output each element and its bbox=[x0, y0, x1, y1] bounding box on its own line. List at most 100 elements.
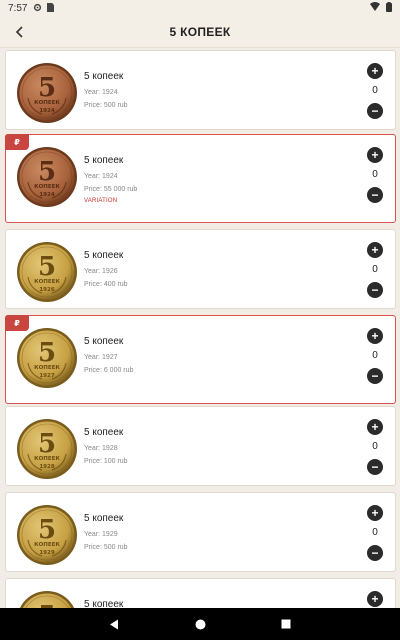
quantity-stepper[interactable]: + 0 − bbox=[367, 328, 383, 388]
recents-square-icon[interactable] bbox=[278, 616, 294, 632]
coin-year-label: Year: 1924 bbox=[84, 173, 118, 180]
coin-denomination: 5 bbox=[38, 601, 56, 608]
coin-price-label: Price: 6 000 rub bbox=[84, 367, 134, 374]
minus-button[interactable]: − bbox=[367, 368, 383, 384]
coin-denomination: 5 bbox=[38, 252, 56, 282]
coin-image: 5 КОПЕЕК 1924 bbox=[17, 147, 77, 207]
coin-info: 5 копеек bbox=[84, 599, 123, 608]
sim-icon bbox=[47, 2, 55, 14]
coin-word: КОПЕЕК bbox=[34, 184, 60, 190]
coin-list[interactable]: 5 КОПЕЕК 1924 5 копеек Year: 1924 Price:… bbox=[0, 48, 400, 608]
plus-button[interactable]: + bbox=[367, 328, 383, 344]
coin-word: КОПЕЕК bbox=[34, 542, 60, 548]
coin-name: 5 копеек bbox=[84, 250, 124, 261]
coin-year: 1926 bbox=[39, 287, 54, 293]
coin-year-label: Year: 1927 bbox=[84, 354, 118, 361]
coin-card[interactable]: 5 КОПЕЕК 1929 5 копеек Year: 1929 Price:… bbox=[5, 492, 396, 572]
coin-year-label: Year: 1926 bbox=[84, 268, 118, 275]
coin-info: 5 копеек Year: 1926 Price: 400 rub bbox=[84, 250, 128, 291]
coin-year: 1928 bbox=[39, 464, 54, 470]
quantity-stepper[interactable]: + bbox=[367, 591, 383, 608]
coin-price-label: Price: 100 rub bbox=[84, 458, 128, 465]
coin-word: КОПЕЕК bbox=[34, 365, 60, 371]
minus-button[interactable]: − bbox=[367, 459, 383, 475]
system-nav-bar bbox=[0, 608, 400, 640]
coin-image: 5 КОПЕЕК 1929 bbox=[17, 505, 77, 565]
coin-year: 1927 bbox=[39, 373, 54, 379]
coin-year-label: Year: 1928 bbox=[84, 445, 118, 452]
coin-info: 5 копеек Year: 1924 Price: 500 rub bbox=[84, 71, 128, 112]
coin-card[interactable]: 5 КОПЕЕК 1926 5 копеек Year: 1926 Price:… bbox=[5, 229, 396, 309]
plus-button[interactable]: + bbox=[367, 505, 383, 521]
coin-denomination: 5 bbox=[38, 73, 56, 103]
minus-button[interactable]: − bbox=[367, 282, 383, 298]
coin-name: 5 копеек bbox=[84, 336, 124, 347]
coin-image: 5 bbox=[19, 591, 75, 608]
coin-info: 5 копеек Year: 1927 Price: 6 000 rub bbox=[84, 336, 133, 377]
coin-card[interactable]: 5 КОПЕЕК 1924 5 копеек Year: 1924 Price:… bbox=[5, 50, 396, 130]
coin-price-label: Price: 55 000 rub bbox=[84, 186, 138, 193]
coin-word: КОПЕЕК bbox=[34, 100, 60, 106]
coin-name: 5 копеек bbox=[84, 599, 124, 608]
quantity-stepper[interactable]: + 0 − bbox=[367, 242, 383, 302]
quantity-stepper[interactable]: + 0 − bbox=[367, 63, 383, 123]
quantity-count: 0 bbox=[372, 527, 378, 538]
settings-icon bbox=[33, 3, 42, 14]
coin-year-label: Year: 1929 bbox=[84, 531, 118, 538]
coin-year-label: Year: 1924 bbox=[84, 89, 118, 96]
coin-word: КОПЕЕК bbox=[34, 279, 60, 285]
coin-image: 5 КОПЕЕК 1927 bbox=[17, 328, 77, 388]
coin-card[interactable]: ₽ 5 КОПЕЕК 1924 5 копеек Year: 1924 Pric… bbox=[5, 134, 396, 223]
coin-name: 5 копеек bbox=[84, 513, 124, 524]
minus-button[interactable]: − bbox=[367, 187, 383, 203]
coin-denomination: 5 bbox=[38, 338, 56, 368]
page-title: 5 КОПЕЕК bbox=[169, 24, 231, 39]
coin-price-label: Price: 400 rub bbox=[84, 281, 128, 288]
coin-word: КОПЕЕК bbox=[34, 456, 60, 462]
variation-label: VARIATION bbox=[84, 198, 118, 204]
coin-card[interactable]: ₽ 5 КОПЕЕК 1927 5 копеек Year: 1927 Pric… bbox=[5, 315, 396, 404]
plus-button[interactable]: + bbox=[367, 591, 383, 607]
quantity-count: 0 bbox=[372, 264, 378, 275]
coin-card[interactable]: 5 5 копеек + bbox=[5, 578, 396, 608]
coin-year: 1929 bbox=[39, 550, 54, 556]
coin-name: 5 копеек bbox=[84, 427, 124, 438]
status-bar: 7:57 bbox=[0, 0, 400, 16]
coin-name: 5 копеек bbox=[84, 71, 124, 82]
coin-info: 5 копеек Year: 1929 Price: 500 rub bbox=[84, 513, 128, 554]
plus-button[interactable]: + bbox=[367, 419, 383, 435]
coin-denomination: 5 bbox=[38, 429, 56, 459]
coin-card[interactable]: 5 КОПЕЕК 1928 5 копеек Year: 1928 Price:… bbox=[5, 406, 396, 486]
coin-year: 1924 bbox=[39, 192, 54, 198]
coin-image: 5 КОПЕЕК 1928 bbox=[17, 419, 77, 479]
home-circle-icon[interactable] bbox=[192, 616, 208, 632]
quantity-stepper[interactable]: + 0 − bbox=[367, 505, 383, 565]
coin-image: 5 КОПЕЕК 1926 bbox=[17, 242, 77, 302]
quantity-count: 0 bbox=[372, 441, 378, 452]
coin-denomination: 5 bbox=[38, 515, 56, 545]
minus-button[interactable]: − bbox=[367, 103, 383, 119]
quantity-stepper[interactable]: + 0 − bbox=[367, 419, 383, 479]
coin-info: 5 копеек Year: 1928 Price: 100 rub bbox=[84, 427, 128, 468]
wifi-icon bbox=[370, 2, 380, 14]
coin-denomination: 5 bbox=[38, 157, 56, 187]
quantity-count: 0 bbox=[372, 85, 378, 96]
coin-image: 5 КОПЕЕК 1924 bbox=[17, 63, 77, 123]
coin-price-label: Price: 500 rub bbox=[84, 544, 128, 551]
plus-button[interactable]: + bbox=[367, 63, 383, 79]
plus-button[interactable]: + bbox=[367, 242, 383, 258]
coin-name: 5 копеек bbox=[84, 155, 124, 166]
minus-button[interactable]: − bbox=[367, 545, 383, 561]
arrow-left-icon[interactable] bbox=[8, 20, 32, 44]
status-time: 7:57 bbox=[8, 2, 28, 14]
quantity-stepper[interactable]: + 0 − bbox=[367, 147, 383, 207]
coin-info: 5 копеек Year: 1924 Price: 55 000 rub VA… bbox=[84, 155, 137, 204]
app-bar: 5 КОПЕЕК bbox=[0, 16, 400, 48]
coin-year: 1924 bbox=[39, 108, 54, 114]
battery-icon bbox=[386, 1, 392, 15]
quantity-count: 0 bbox=[372, 169, 378, 180]
plus-button[interactable]: + bbox=[367, 147, 383, 163]
coin-price-label: Price: 500 rub bbox=[84, 102, 128, 109]
quantity-count: 0 bbox=[372, 350, 378, 361]
back-triangle-icon[interactable] bbox=[106, 616, 122, 632]
